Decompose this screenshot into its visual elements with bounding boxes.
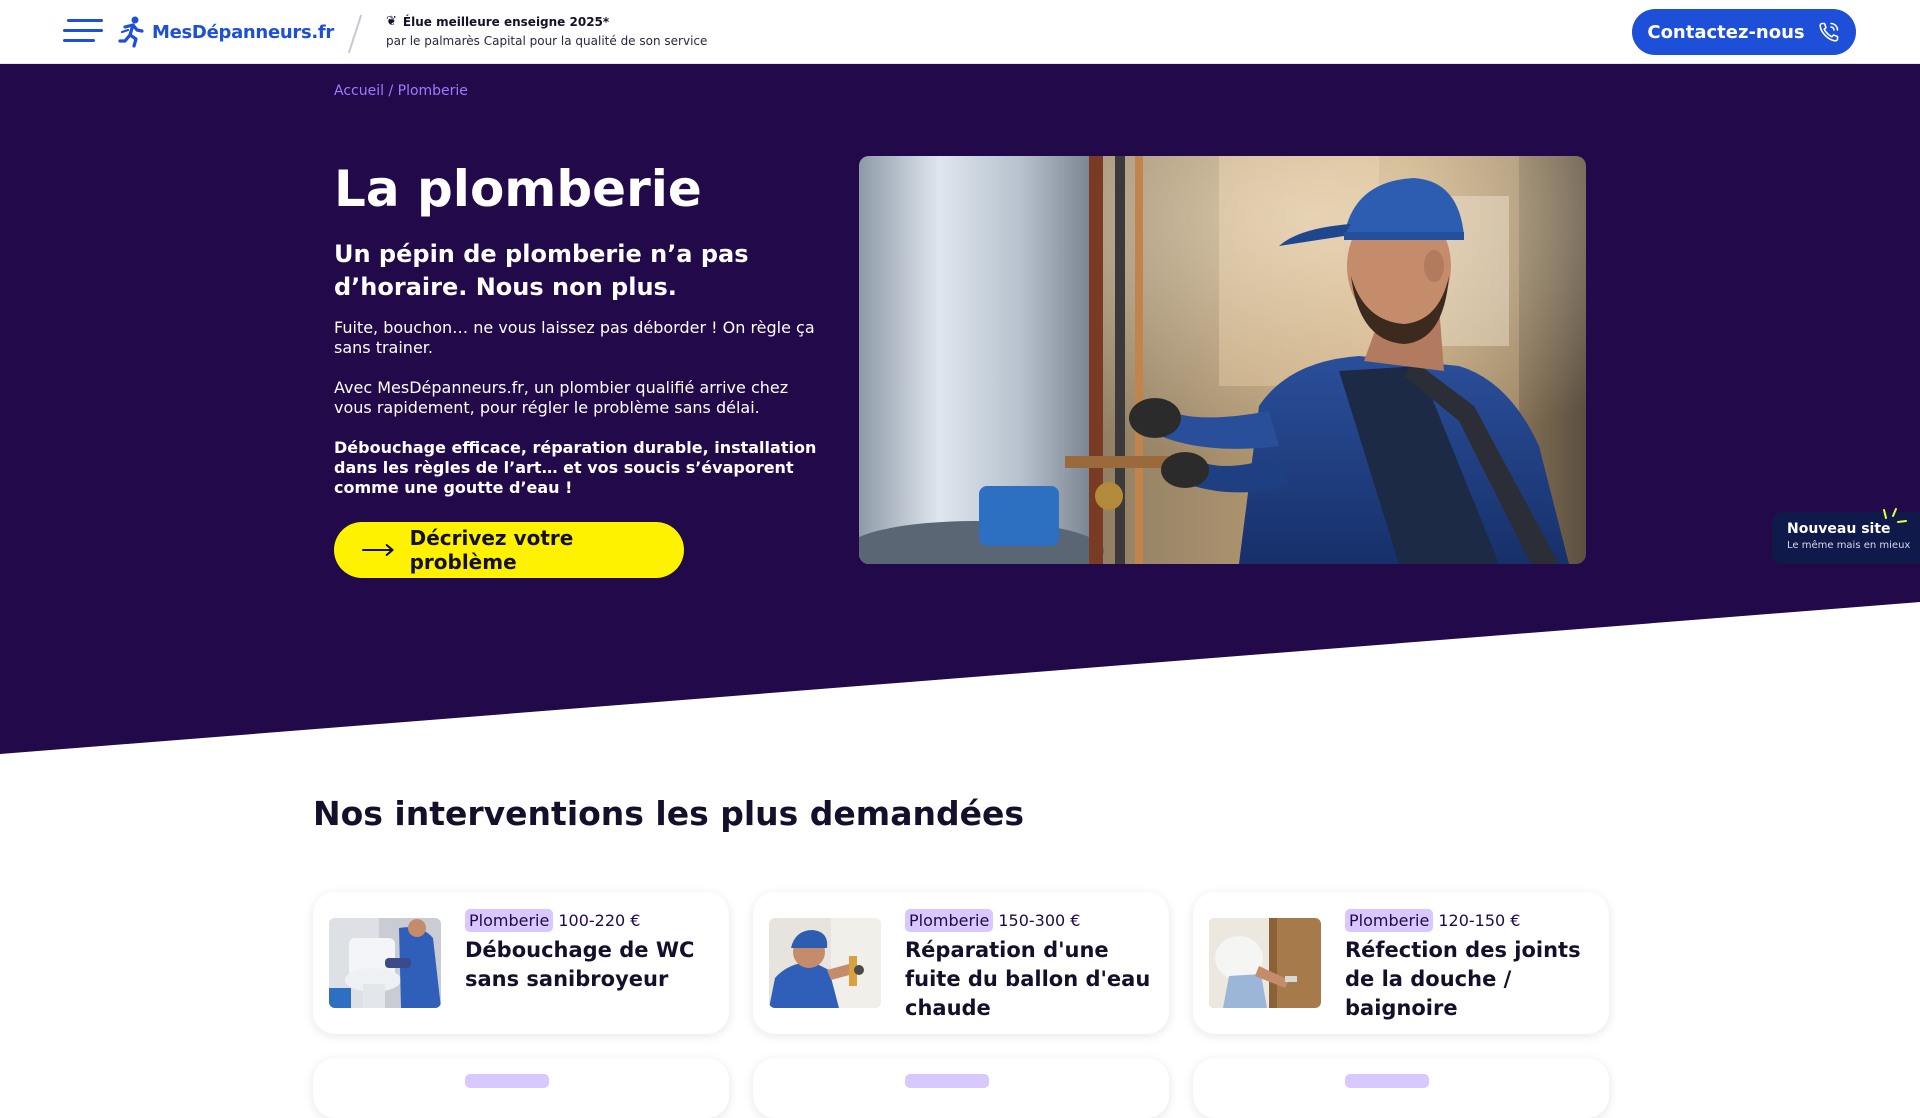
card-tag: Plomberie bbox=[1345, 909, 1434, 932]
hero-subtitle: Un pépin de plomberie n’a pas d’horaire.… bbox=[334, 240, 749, 301]
runner-logo-icon bbox=[118, 16, 144, 48]
card-price: 120-150 € bbox=[1438, 911, 1521, 930]
breadcrumb-current[interactable]: Plomberie bbox=[398, 83, 468, 99]
card-tag-placeholder bbox=[1345, 1074, 1429, 1088]
card-price: 150-300 € bbox=[998, 911, 1081, 930]
card-title: Réfection des joints de la douche / baig… bbox=[1345, 938, 1581, 1020]
card-title: Débouchage de WC sans sanibroyeur bbox=[465, 938, 695, 991]
interventions-title: Nos interventions les plus demandées bbox=[313, 794, 1024, 833]
page-title: La plomberie bbox=[334, 160, 702, 218]
header-divider bbox=[347, 14, 363, 54]
award-title: Élue meilleure enseigne 2025* bbox=[402, 14, 610, 29]
card-tag: Plomberie bbox=[905, 909, 994, 932]
card-image-shower bbox=[1209, 918, 1321, 1008]
hero-image-plumber bbox=[859, 156, 1586, 564]
award-subtitle: par le palmarès Capital pour la qualité … bbox=[386, 34, 708, 48]
intervention-card-shower-joints[interactable]: Plomberie 120-150 € Réfection des joints… bbox=[1193, 892, 1609, 1034]
card-price: 100-220 € bbox=[558, 911, 641, 930]
hero-paragraph-1: Fuite, bouchon… ne vous laissez pas débo… bbox=[334, 318, 815, 357]
card-image-wc bbox=[329, 918, 441, 1008]
intervention-card-partial[interactable] bbox=[313, 1058, 729, 1118]
menu-icon[interactable] bbox=[63, 17, 105, 45]
describe-problem-label: Décrivez votre problème bbox=[409, 526, 574, 574]
arrow-right-icon bbox=[362, 544, 394, 556]
logo-text: MesDépanneurs.fr bbox=[152, 21, 335, 43]
contact-button[interactable]: Contactez-nous bbox=[1632, 9, 1856, 55]
phone-icon bbox=[1819, 22, 1838, 42]
new-site-subtitle: Le même mais en mieux bbox=[1787, 540, 1911, 551]
describe-problem-button[interactable]: Décrivez votre problème bbox=[334, 522, 684, 578]
card-tag-placeholder bbox=[465, 1074, 549, 1088]
intervention-card-partial[interactable] bbox=[1193, 1058, 1609, 1118]
breadcrumb: Accueil / Plomberie bbox=[334, 83, 468, 99]
card-image-boiler bbox=[769, 918, 881, 1008]
breadcrumb-separator: / bbox=[388, 83, 394, 99]
hero-paragraph-3: Débouchage efficace, réparation durable,… bbox=[334, 438, 817, 497]
hero-paragraph-2: Avec MesDépanneurs.fr, un plombier quali… bbox=[334, 378, 789, 417]
card-tag: Plomberie bbox=[465, 909, 554, 932]
card-tag-placeholder bbox=[905, 1074, 989, 1088]
site-logo[interactable]: MesDépanneurs.fr bbox=[118, 16, 334, 48]
award-block: ❦ Élue meilleure enseigne 2025* par le p… bbox=[386, 14, 707, 48]
breadcrumb-home[interactable]: Accueil bbox=[334, 83, 384, 99]
intervention-card-partial[interactable] bbox=[753, 1058, 1169, 1118]
laurel-icon: ❦ bbox=[386, 14, 397, 29]
contact-button-label: Contactez-nous bbox=[1647, 21, 1805, 43]
intervention-card-boiler-leak[interactable]: Plomberie 150-300 € Réparation d'une fui… bbox=[753, 892, 1169, 1034]
site-header: MesDépanneurs.fr ❦ Élue meilleure enseig… bbox=[0, 0, 1920, 64]
sparkle-icon bbox=[1883, 508, 1907, 523]
intervention-card-wc[interactable]: Plomberie 100-220 € Débouchage de WC san… bbox=[313, 892, 729, 1034]
card-title: Réparation d'une fuite du ballon d'eau c… bbox=[905, 938, 1151, 1020]
